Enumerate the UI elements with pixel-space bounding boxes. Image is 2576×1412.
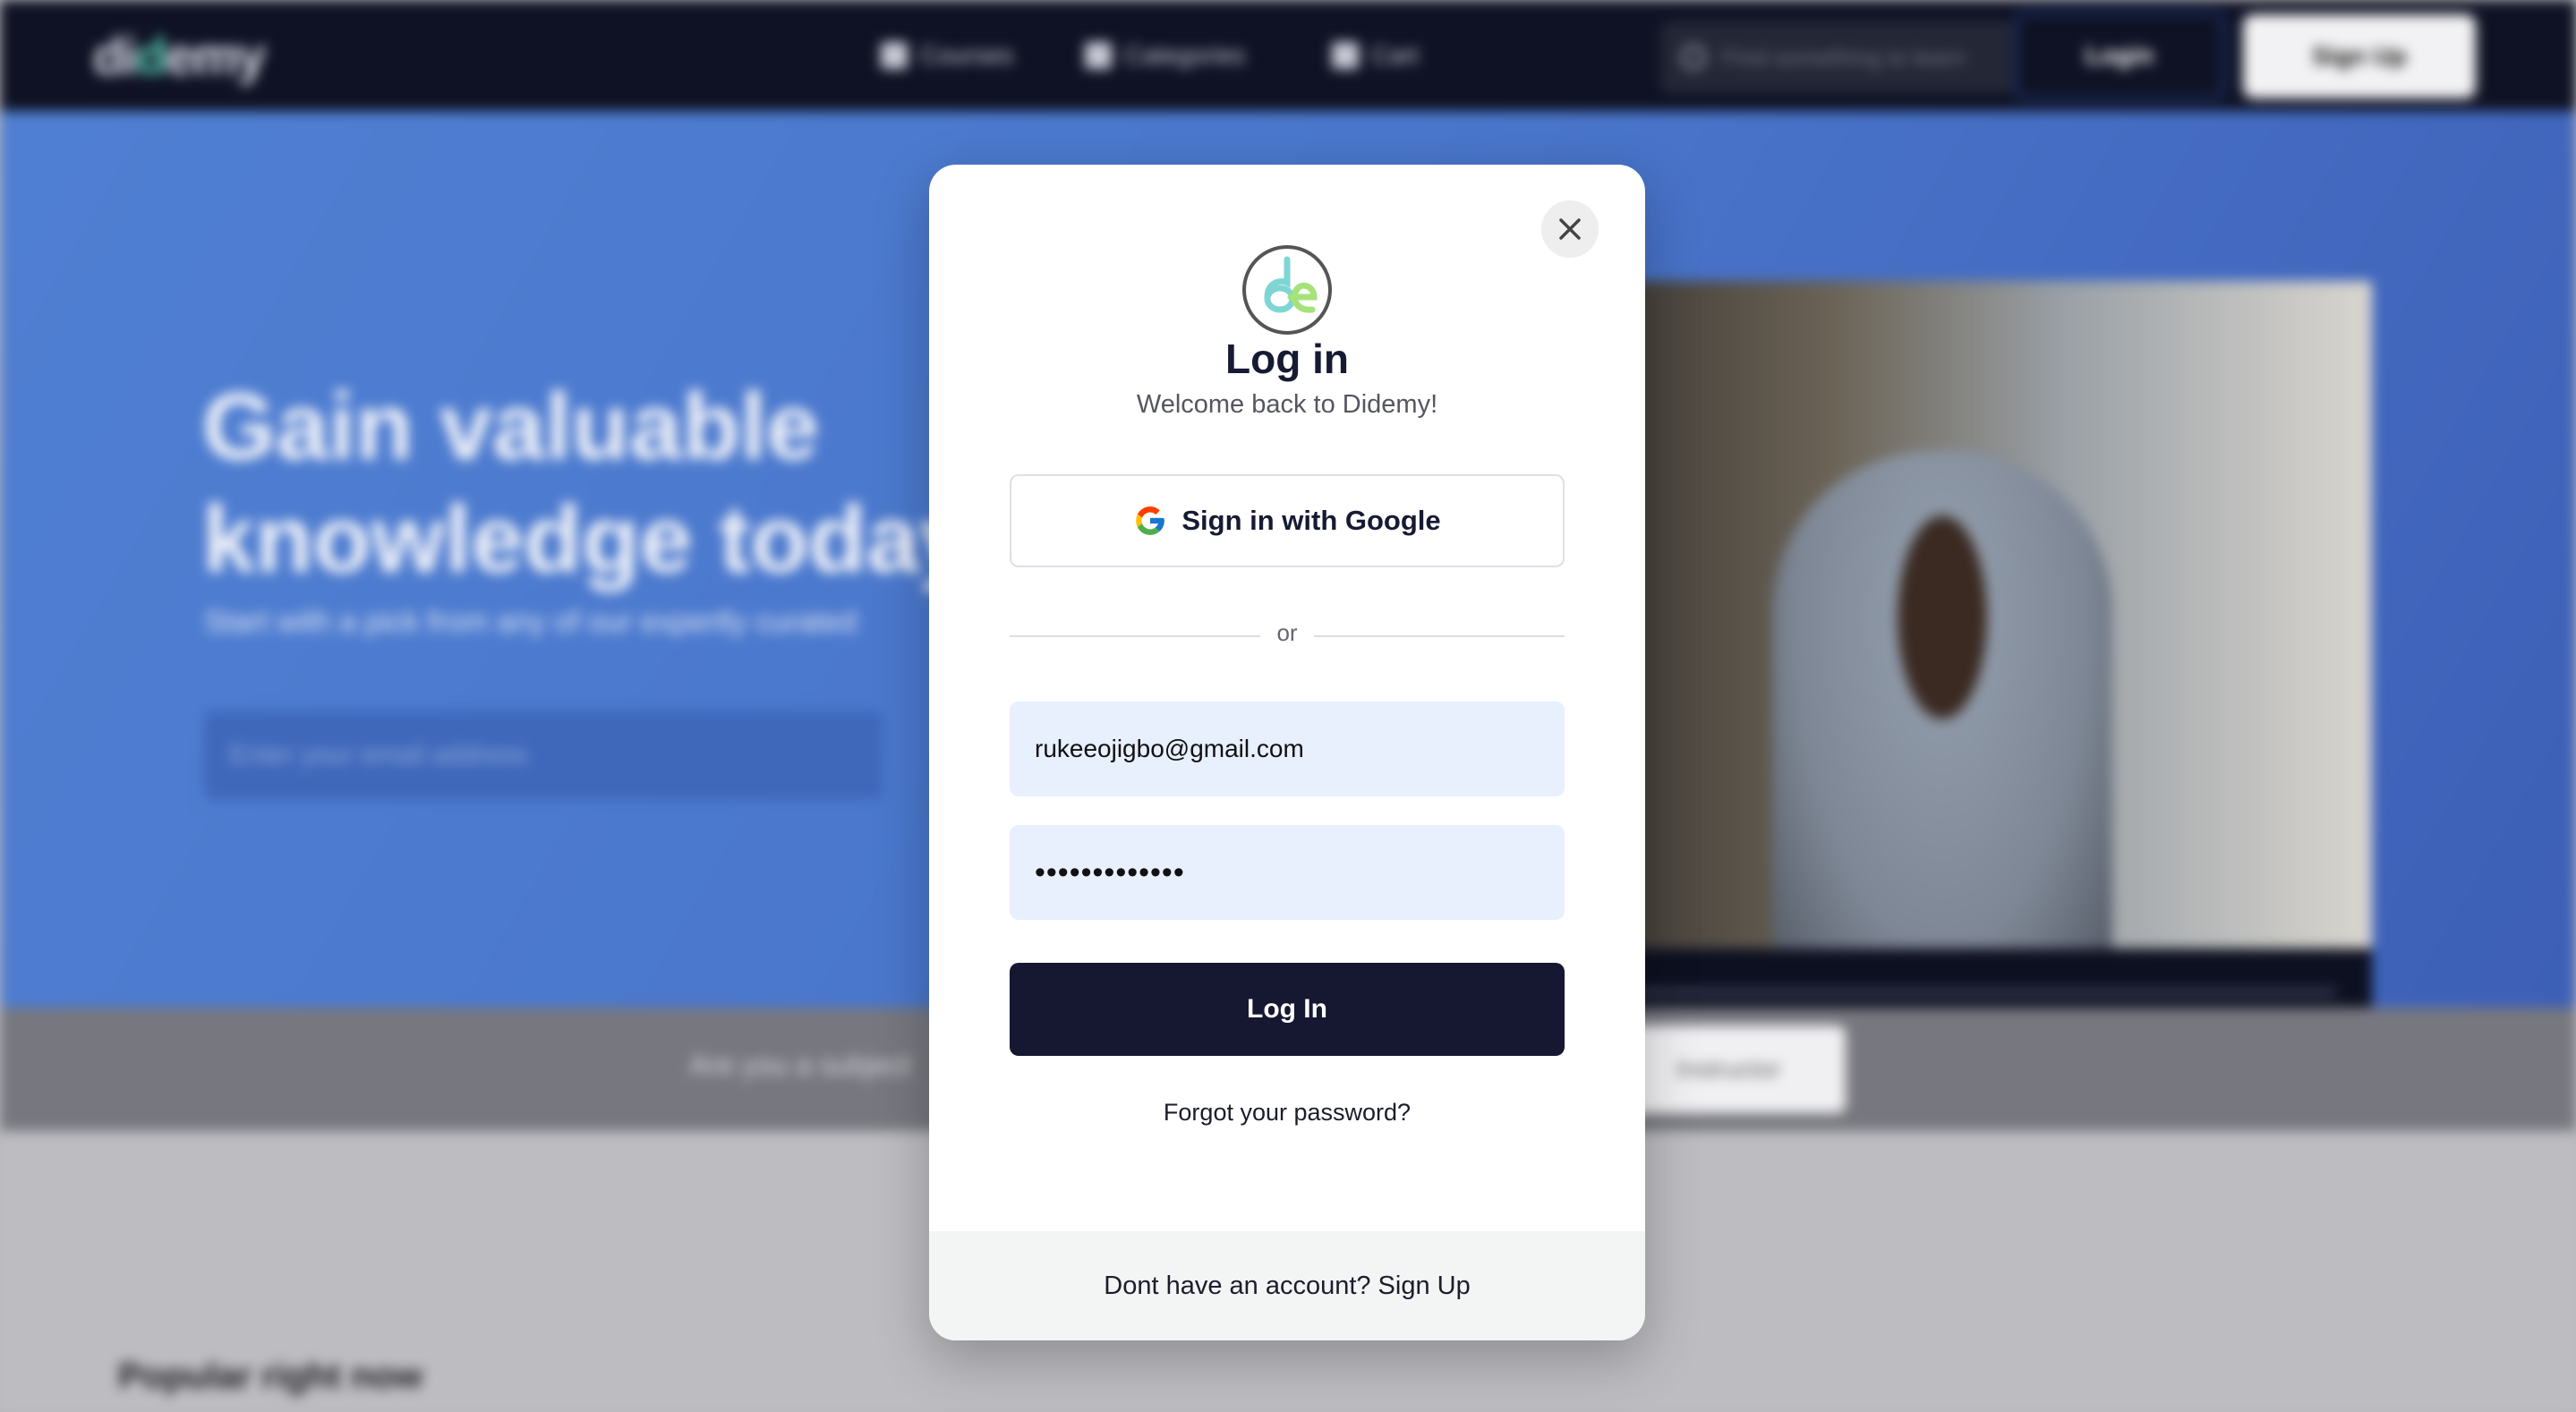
close-icon xyxy=(1559,218,1581,240)
divider-line-right xyxy=(1314,635,1565,637)
google-signin-label: Sign in with Google xyxy=(1181,505,1441,536)
email-field[interactable] xyxy=(1010,702,1565,796)
modal-subtitle: Welcome back to Didemy! xyxy=(1136,390,1438,419)
login-button[interactable]: Log In xyxy=(1010,963,1565,1056)
close-button[interactable] xyxy=(1541,200,1599,258)
google-signin-button[interactable]: Sign in with Google xyxy=(1010,474,1565,567)
modal-footer: Dont have an account? Sign Up xyxy=(929,1231,1645,1340)
or-divider: or xyxy=(1010,617,1565,653)
modal-title: Log in xyxy=(1225,336,1349,382)
password-field[interactable] xyxy=(1010,825,1565,920)
forgot-password-link[interactable]: Forgot your password? xyxy=(929,1099,1645,1127)
signup-link[interactable]: Sign Up xyxy=(1378,1272,1471,1301)
didemy-logo-icon xyxy=(1242,245,1332,335)
google-icon xyxy=(1136,506,1165,535)
divider-text: or xyxy=(1276,619,1298,646)
footer-text: Dont have an account? xyxy=(1104,1271,1371,1300)
login-modal: Log in Welcome back to Didemy! Sign in w… xyxy=(929,165,1645,1340)
